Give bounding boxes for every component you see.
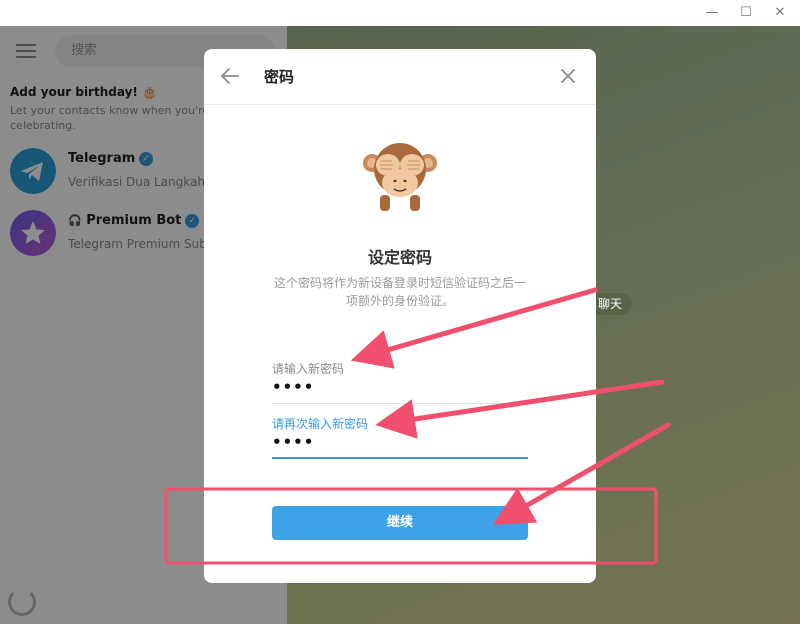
dialog-header: 密码 (204, 49, 596, 105)
new-password-input[interactable]: •••• (272, 378, 314, 396)
dialog-heading: 设定密码 (367, 248, 432, 267)
close-icon[interactable] (556, 64, 580, 88)
maximize-button[interactable]: ☐ (734, 3, 758, 23)
back-arrow-icon[interactable] (218, 64, 242, 88)
minimize-button[interactable]: — (700, 3, 724, 23)
close-window-button[interactable]: ✕ (768, 3, 792, 23)
see-no-evil-monkey-icon (363, 143, 437, 211)
confirm-password-label: 请再次输入新密码 (272, 417, 369, 431)
new-password-underline (272, 403, 528, 404)
dialog-description: 这个密码将作为新设备登录时短信验证码之后一项额外的身份验证。 (273, 276, 526, 308)
confirm-password-input[interactable]: •••• (272, 433, 314, 451)
dialog-title: 密码 (264, 68, 295, 86)
new-password-label: 请输入新密码 (272, 362, 345, 376)
continue-button[interactable]: 继续 (272, 506, 528, 540)
confirm-password-underline (272, 457, 528, 459)
password-dialog: 密码 设定密码 这个密码将作为新设备登录时短信验证码之后一项额外的身份验证。 请… (204, 49, 596, 583)
window-titlebar: — ☐ ✕ (0, 0, 800, 26)
